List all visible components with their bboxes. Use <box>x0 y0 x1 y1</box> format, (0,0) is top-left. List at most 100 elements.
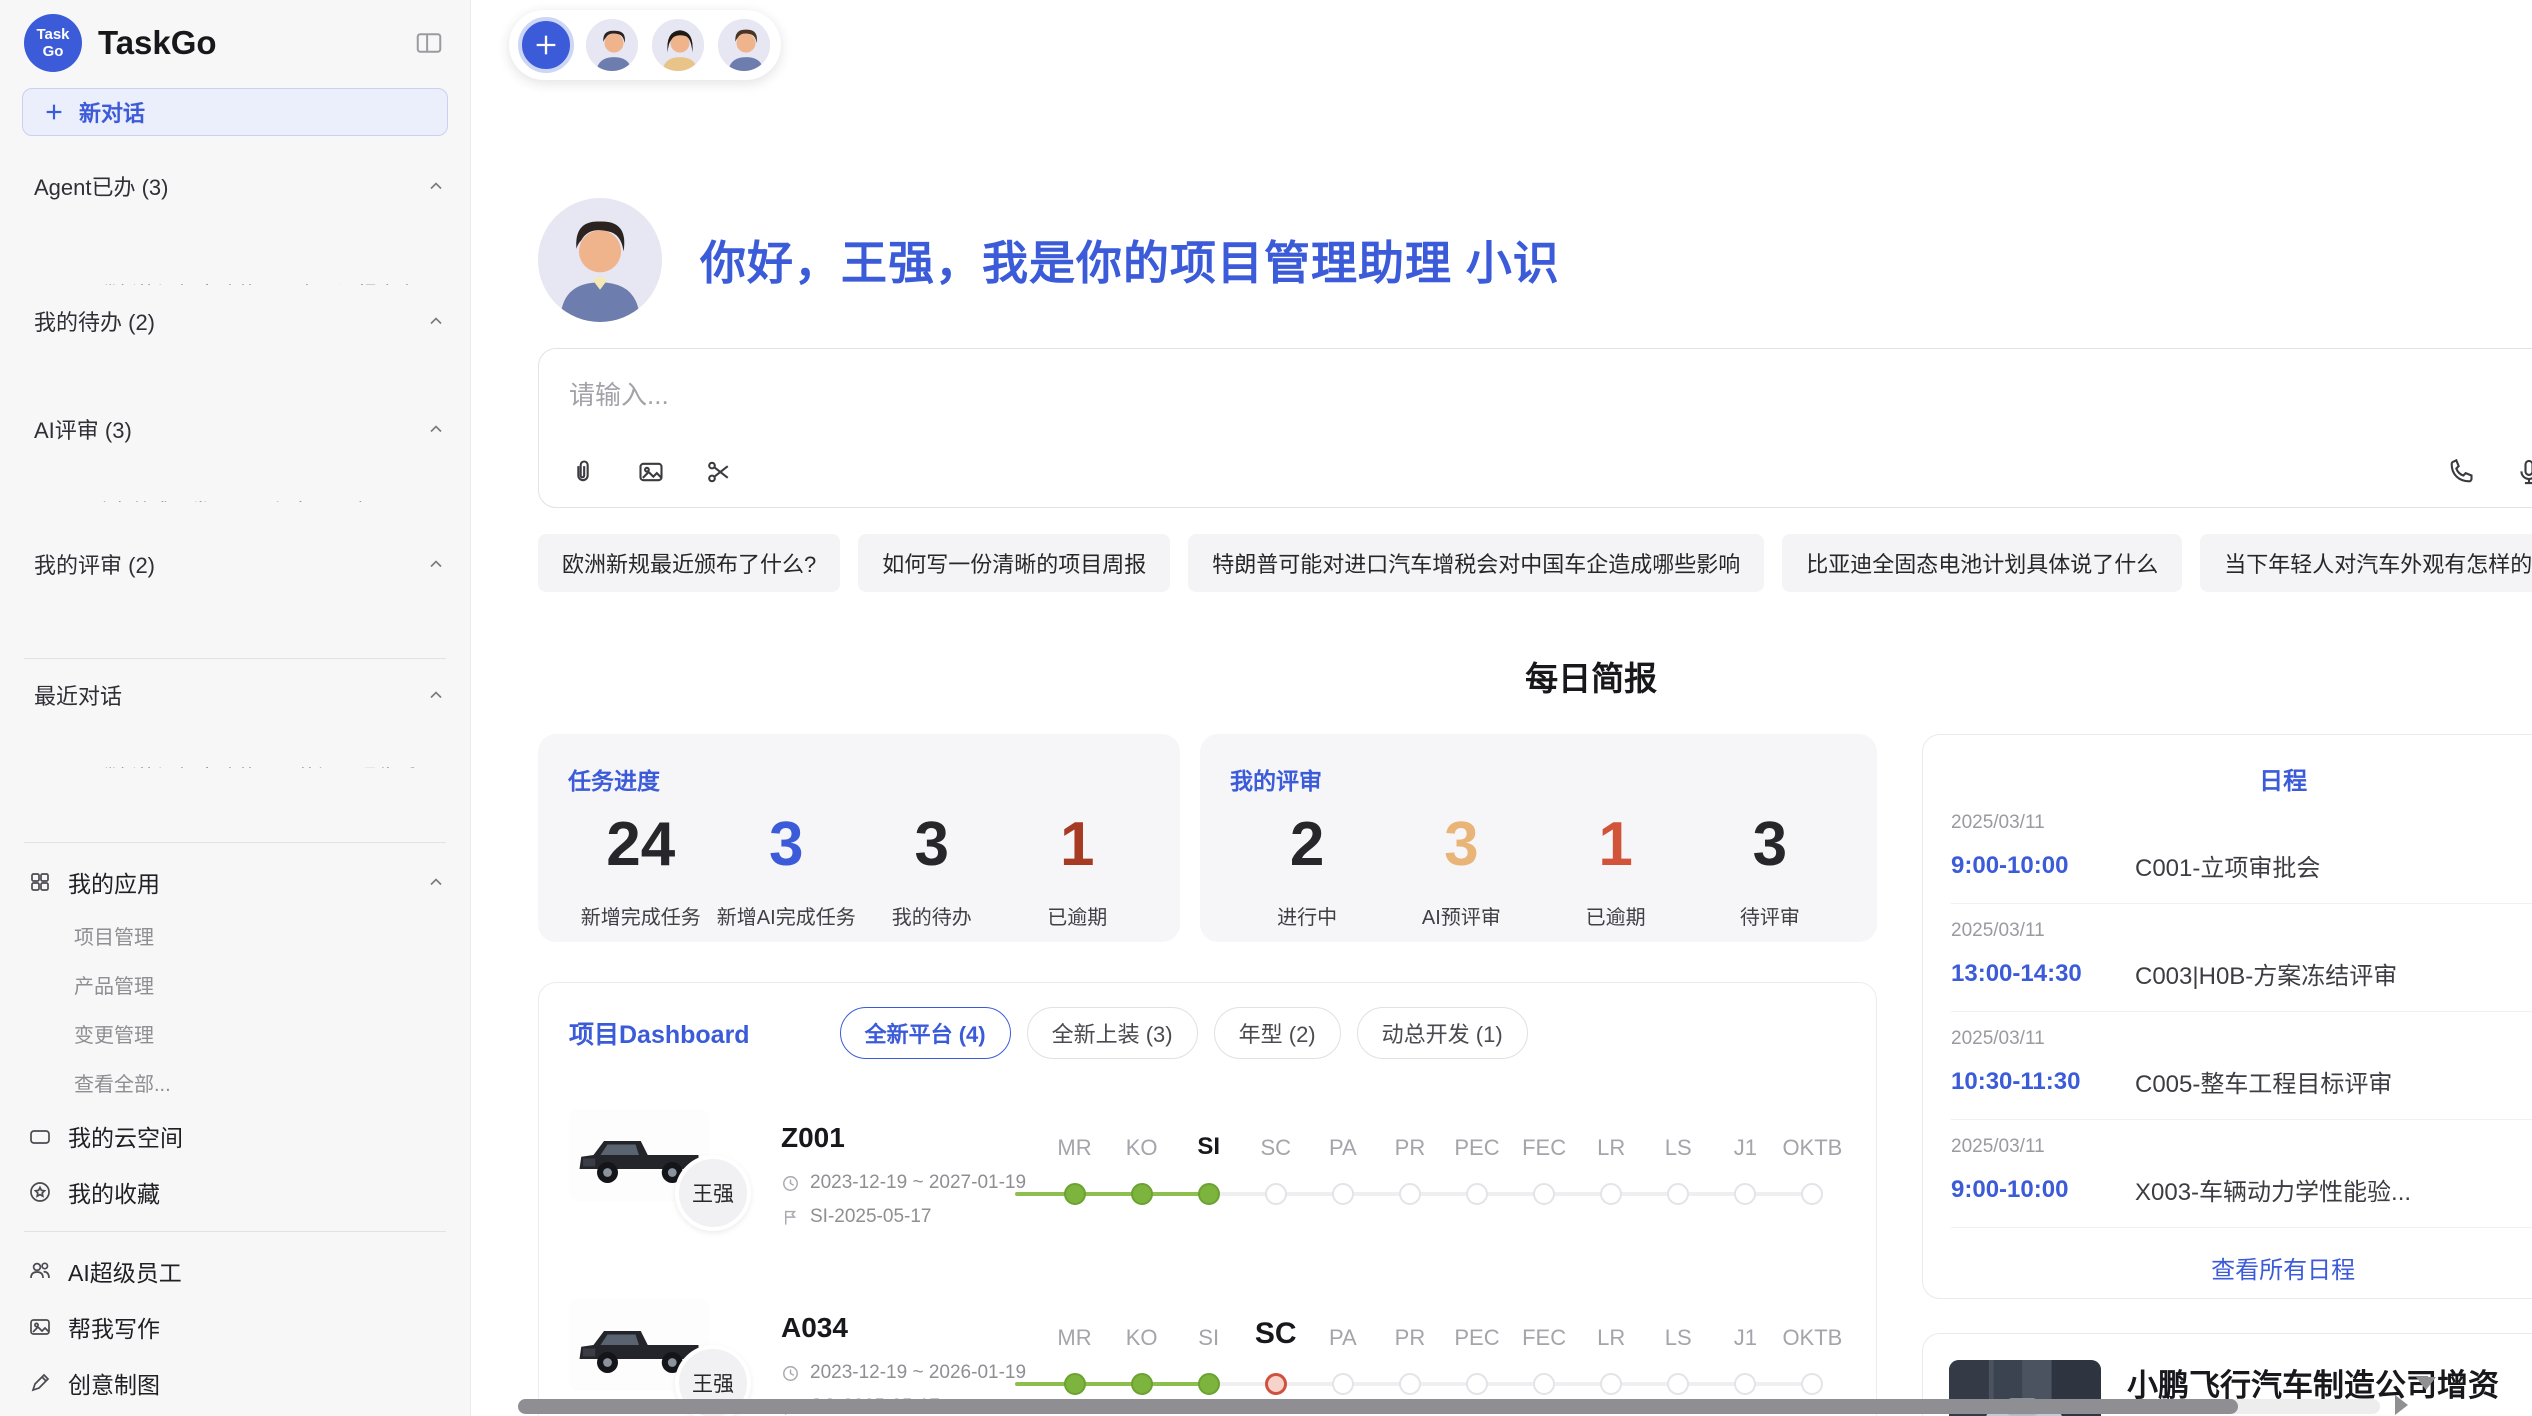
app-item-product-management[interactable]: 产品管理 <box>74 970 446 999</box>
scroll-down-arrow[interactable] <box>2416 1377 2436 1390</box>
new-chat-button[interactable]: 新对话 <box>22 88 448 136</box>
chevron-up-icon <box>426 872 446 892</box>
app-logo-text-bottom: Go <box>43 43 64 60</box>
task-progress-card: 任务进度 24 新增完成任务 3 新增AI完成任务 3 <box>538 734 1180 942</box>
milestone-dot <box>1198 1373 1220 1395</box>
sidebar-section-my-todo[interactable]: 我的待办 (2) <box>34 305 446 337</box>
milestone-dot <box>1600 1183 1622 1205</box>
filter-chip-powertrain[interactable]: 动总开发 (1) <box>1357 1007 1528 1059</box>
sidebar-my-favorites[interactable]: 我的收藏 <box>28 1175 446 1209</box>
sidebar-section-my-review[interactable]: 我的评审 (2) <box>34 548 446 580</box>
milestone-label: SI <box>1175 1313 1242 1351</box>
tool-help-me-write[interactable]: 帮我写作 <box>28 1310 446 1344</box>
attachment-icon[interactable] <box>569 458 597 486</box>
tool-creative-drawing[interactable]: 创意制图 <box>28 1366 446 1400</box>
stat-value: 3 <box>1693 812 1847 877</box>
my-cloud-label: 我的云空间 <box>68 1119 183 1153</box>
suggestion-chip[interactable]: 特朗普可能对进口汽车增税会对中国车企造成哪些影响 <box>1188 534 1764 592</box>
milestone-label: MR <box>1041 1123 1108 1161</box>
recent-chats-view-all[interactable]: 查看全部... <box>34 814 446 820</box>
schedule-item: 2025/03/11 9:00-10:00 X003-车辆动力学性能验... 加… <box>1951 1120 2532 1228</box>
sidebar-section-recent-chats[interactable]: 最近对话 <box>34 679 446 711</box>
schedule-time: 13:00-14:30 <box>1951 960 2119 988</box>
horizontal-scrollbar-track[interactable] <box>518 1399 2380 1414</box>
milestone-label: LR <box>1578 1313 1645 1351</box>
stat: 2 进行中 <box>1230 812 1384 930</box>
sidebar: Task Go TaskGo 新对话 Agent已办 (3) Z001-全新燃油… <box>0 0 471 1416</box>
view-all-schedule-link[interactable]: 查看所有日程 <box>1951 1250 2532 1285</box>
cloud-drive-icon <box>28 1124 52 1148</box>
card-title: 我的评审 <box>1230 762 1847 796</box>
filter-chip-new-body[interactable]: 全新上装 (3) <box>1027 1007 1198 1059</box>
stat-value: 3 <box>859 812 1005 877</box>
app-item-project-management[interactable]: 项目管理 <box>74 921 446 950</box>
sidebar-tools: AI超级员工 帮我写作 创意制图 <box>34 1209 446 1400</box>
stat-value: 24 <box>568 812 714 877</box>
stat-label: 我的待办 <box>859 901 1005 930</box>
scroll-right-arrow[interactable] <box>2395 1395 2408 1415</box>
chevron-up-icon <box>426 554 446 574</box>
app-item-change-management[interactable]: 变更管理 <box>74 1019 446 1048</box>
sidebar-divider <box>24 658 446 659</box>
sidebar-item[interactable]: Z001-全新燃油轻卡产品开发项目SI造型提交物评审 <box>34 469 446 475</box>
sidebar-section-ai-review[interactable]: AI评审 (3) <box>34 413 446 445</box>
filter-chip-new-platform[interactable]: 全新平台 (4) <box>840 1007 1011 1059</box>
dashboard-filters: 全新平台 (4) 全新上装 (3) 年型 (2) 动总开发 (1) <box>840 1007 1528 1059</box>
filter-chip-year-model[interactable]: 年型 (2) <box>1214 1007 1341 1059</box>
add-agent-button[interactable] <box>518 17 574 73</box>
sidebar-my-cloud-space[interactable]: 我的云空间 <box>28 1119 446 1153</box>
phone-call-icon[interactable] <box>2447 458 2475 486</box>
agent-avatar[interactable] <box>584 17 640 73</box>
agent-avatar[interactable] <box>716 17 772 73</box>
sidebar-item[interactable]: Z001-全新燃油皮卡产品开发项目SI节点Lesson Learn报告 <box>34 226 446 232</box>
stat-label: 进行中 <box>1230 901 1384 930</box>
recent-chat-item[interactable]: 解释最新出台的欧盟报废车法规再生塑料比例被调至15%... <box>34 735 446 741</box>
apps-view-all[interactable]: 查看全部... <box>74 1068 446 1097</box>
sidebar-item[interactable]: C0X4-动力总成开发项目SI里程碑提交物检查 <box>34 361 446 367</box>
sidebar-item[interactable]: Z001-全新燃油轻卡产品开发项目SI节点属性5D文件评审 <box>34 604 446 610</box>
grid-icon <box>28 870 52 894</box>
recent-chat-item[interactable]: 公司Q3轻卡销量 <box>34 788 446 794</box>
stat-value: 2 <box>1230 812 1384 877</box>
chat-input-box[interactable]: 请输入... <box>538 348 2532 508</box>
sidebar-item[interactable]: C02-飞腾新能源轻客改款项目立项汇报方案 <box>34 278 446 284</box>
recent-chat-item[interactable]: C02-飞腾新能源轻客改款项目的闭环通告反馈情况 <box>34 761 446 767</box>
microphone-icon[interactable] <box>2515 458 2532 486</box>
suggestion-chip[interactable]: 当下年轻人对汽车外观有怎样的喜好趋势 <box>2200 534 2532 592</box>
tool-ai-super-staff[interactable]: AI超级员工 <box>28 1254 446 1288</box>
daily-briefing-title: 每日简报 <box>538 652 2532 700</box>
sidebar-item[interactable]: C0X4-动力总成开发项目工程变更评审 <box>34 495 446 501</box>
stat-value: 3 <box>1384 812 1538 877</box>
stat-label: 新增完成任务 <box>568 901 714 930</box>
milestone-label: FEC <box>1511 1313 1578 1351</box>
milestone-oktb: OKTB <box>1779 1123 1846 1207</box>
greeting-block: 你好，王强，我是你的项目管理助理 小识 <box>538 198 2532 322</box>
milestone-label: KO <box>1108 1313 1175 1351</box>
milestone-dot <box>1734 1183 1756 1205</box>
chevron-up-icon <box>426 176 446 196</box>
project-row-z001[interactable]: 王强 Z001 2023-12-19 ~ 2027-01-19 <box>569 1101 1846 1249</box>
sidebar-item[interactable]: A034-全新新能源MUV产品开发项目法规符合性评审 <box>34 522 446 528</box>
image-icon <box>28 1315 52 1339</box>
sidebar-item[interactable]: A034-全新新能源MUV产品开发项目造型可行性评审 <box>34 630 446 636</box>
sidebar-item[interactable]: A034-全新新能源MUV产品开发项目计划变更表编写 <box>34 387 446 393</box>
milestone-label: LR <box>1578 1123 1645 1161</box>
milestone-dot <box>1332 1183 1354 1205</box>
milestone-label: MR <box>1041 1313 1108 1351</box>
milestone-dot <box>1265 1183 1287 1205</box>
milestone-label: PR <box>1376 1313 1443 1351</box>
stat: 3 待评审 <box>1693 812 1847 930</box>
suggestion-chip[interactable]: 比亚迪全固态电池计划具体说了什么 <box>1782 534 2182 592</box>
sidebar-item[interactable]: C02-飞腾新能源轻客改款项目里程碑画布 <box>34 252 446 258</box>
horizontal-scrollbar-thumb[interactable] <box>518 1399 2238 1414</box>
image-upload-icon[interactable] <box>637 458 665 486</box>
suggestion-chip[interactable]: 欧洲新规最近颁布了什么? <box>538 534 840 592</box>
card-title: 任务进度 <box>568 762 1150 796</box>
agent-avatar[interactable] <box>650 17 706 73</box>
sidebar-collapse-button[interactable] <box>414 28 444 58</box>
suggestion-chip[interactable]: 如何写一份清晰的项目周报 <box>858 534 1170 592</box>
sidebar-section-agent-done[interactable]: Agent已办 (3) <box>34 170 446 202</box>
project-row-a034[interactable]: 王强 A034 2023-12-19 ~ 2026-01-19 <box>569 1291 1846 1416</box>
scissors-icon[interactable] <box>705 458 733 486</box>
sidebar-my-apps[interactable]: 我的应用 <box>28 865 446 899</box>
